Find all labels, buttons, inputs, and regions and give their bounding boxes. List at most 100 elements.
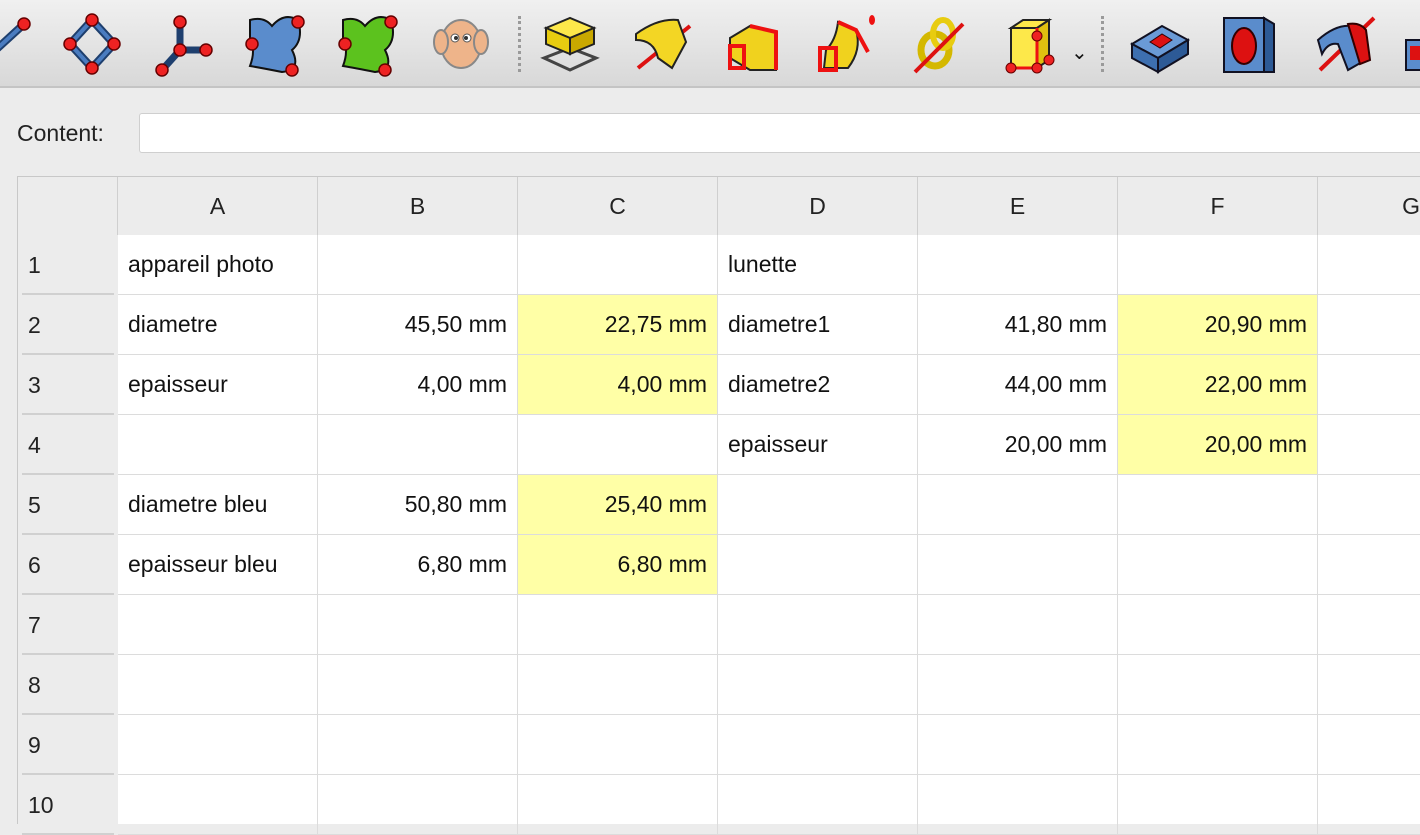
- row-header-5[interactable]: 5: [18, 475, 118, 535]
- row-header-8[interactable]: 8: [18, 655, 118, 715]
- cell-c10[interactable]: [518, 775, 718, 835]
- cell-g8[interactable]: [1318, 655, 1420, 715]
- cell-b5[interactable]: 50,80 mm: [318, 475, 518, 535]
- cell-e7[interactable]: [918, 595, 1118, 655]
- cell-e6[interactable]: [918, 535, 1118, 595]
- cell-d8[interactable]: [718, 655, 918, 715]
- groove-icon[interactable]: [1312, 10, 1380, 78]
- cell-b3[interactable]: 4,00 mm: [318, 355, 518, 415]
- cell-b8[interactable]: [318, 655, 518, 715]
- cell-a4[interactable]: [118, 415, 318, 475]
- cell-d5[interactable]: [718, 475, 918, 535]
- cell-d1[interactable]: lunette: [718, 235, 918, 295]
- cell-b7[interactable]: [318, 595, 518, 655]
- column-header-e[interactable]: E: [918, 177, 1118, 235]
- cell-c6[interactable]: 6,80 mm: [518, 535, 718, 595]
- spreadsheet-grid[interactable]: A B C D E F G 1 appareil photo lunette 2 diametre 45…: [17, 176, 1420, 835]
- chevron-down-icon[interactable]: ⌄: [1071, 40, 1088, 65]
- cell-c7[interactable]: [518, 595, 718, 655]
- cell-f5[interactable]: [1118, 475, 1318, 535]
- cell-f6[interactable]: [1118, 535, 1318, 595]
- row-header-7[interactable]: 7: [18, 595, 118, 655]
- cell-b6[interactable]: 6,80 mm: [318, 535, 518, 595]
- cell-a3[interactable]: epaisseur: [118, 355, 318, 415]
- cell-e1[interactable]: [918, 235, 1118, 295]
- row-header-2[interactable]: 2: [18, 295, 118, 355]
- cell-g7[interactable]: [1318, 595, 1420, 655]
- cell-g3[interactable]: [1318, 355, 1420, 415]
- cell-d2[interactable]: diametre1: [718, 295, 918, 355]
- column-header-c[interactable]: C: [518, 177, 718, 235]
- cell-f8[interactable]: [1118, 655, 1318, 715]
- cell-e5[interactable]: [918, 475, 1118, 535]
- cell-a5[interactable]: diametre bleu: [118, 475, 318, 535]
- subtractive-icon[interactable]: [1404, 10, 1420, 78]
- cell-f1[interactable]: [1118, 235, 1318, 295]
- column-header-a[interactable]: A: [118, 177, 318, 235]
- cell-a7[interactable]: [118, 595, 318, 655]
- cell-a6[interactable]: epaisseur bleu: [118, 535, 318, 595]
- cell-d10[interactable]: [718, 775, 918, 835]
- cell-g2[interactable]: [1318, 295, 1420, 355]
- cell-c1[interactable]: [518, 235, 718, 295]
- cell-d4[interactable]: epaisseur: [718, 415, 918, 475]
- row-header-9[interactable]: 9: [18, 715, 118, 775]
- pocket-icon[interactable]: [1126, 10, 1194, 78]
- row-header-6[interactable]: 6: [18, 535, 118, 595]
- sketch-line-icon[interactable]: [0, 10, 34, 78]
- cell-a10[interactable]: [118, 775, 318, 835]
- cell-f2[interactable]: 20,90 mm: [1118, 295, 1318, 355]
- cell-f4[interactable]: 20,00 mm: [1118, 415, 1318, 475]
- cell-a9[interactable]: [118, 715, 318, 775]
- cell-d3[interactable]: diametre2: [718, 355, 918, 415]
- cell-a8[interactable]: [118, 655, 318, 715]
- cell-e3[interactable]: 44,00 mm: [918, 355, 1118, 415]
- row-header-3[interactable]: 3: [18, 355, 118, 415]
- cell-g4[interactable]: [1318, 415, 1420, 475]
- cell-f3[interactable]: 22,00 mm: [1118, 355, 1318, 415]
- cell-e10[interactable]: [918, 775, 1118, 835]
- cell-b1[interactable]: [318, 235, 518, 295]
- primitives-icon[interactable]: [1003, 10, 1071, 78]
- cell-f10[interactable]: [1118, 775, 1318, 835]
- cell-f9[interactable]: [1118, 715, 1318, 775]
- row-header-4[interactable]: 4: [18, 415, 118, 475]
- hole-icon[interactable]: [1218, 10, 1286, 78]
- cell-b2[interactable]: 45,50 mm: [318, 295, 518, 355]
- cell-f7[interactable]: [1118, 595, 1318, 655]
- cell-e2[interactable]: 41,80 mm: [918, 295, 1118, 355]
- helix-icon[interactable]: [905, 10, 973, 78]
- cell-d7[interactable]: [718, 595, 918, 655]
- loft-icon[interactable]: [720, 10, 788, 78]
- cell-g5[interactable]: [1318, 475, 1420, 535]
- column-header-d[interactable]: D: [718, 177, 918, 235]
- cell-d6[interactable]: [718, 535, 918, 595]
- cell-d9[interactable]: [718, 715, 918, 775]
- sheep-icon[interactable]: [427, 10, 495, 78]
- cell-c4[interactable]: [518, 415, 718, 475]
- column-header-g[interactable]: G: [1318, 177, 1420, 235]
- cell-c3[interactable]: 4,00 mm: [518, 355, 718, 415]
- cell-e4[interactable]: 20,00 mm: [918, 415, 1118, 475]
- cell-c5[interactable]: 25,40 mm: [518, 475, 718, 535]
- cell-c2[interactable]: 22,75 mm: [518, 295, 718, 355]
- column-header-f[interactable]: F: [1118, 177, 1318, 235]
- cell-g9[interactable]: [1318, 715, 1420, 775]
- face-green-icon[interactable]: [335, 10, 403, 78]
- face-blue-icon[interactable]: [242, 10, 310, 78]
- cell-b9[interactable]: [318, 715, 518, 775]
- cell-b4[interactable]: [318, 415, 518, 475]
- cell-a2[interactable]: diametre: [118, 295, 318, 355]
- cell-c8[interactable]: [518, 655, 718, 715]
- cell-e9[interactable]: [918, 715, 1118, 775]
- content-input[interactable]: [139, 113, 1420, 153]
- cell-c9[interactable]: [518, 715, 718, 775]
- select-all-corner[interactable]: [18, 177, 118, 235]
- row-header-1[interactable]: 1: [18, 235, 118, 295]
- sketch-wire-icon[interactable]: [150, 10, 218, 78]
- column-header-b[interactable]: B: [318, 177, 518, 235]
- cell-e8[interactable]: [918, 655, 1118, 715]
- cell-b10[interactable]: [318, 775, 518, 835]
- cell-a1[interactable]: appareil photo: [118, 235, 318, 295]
- cell-g6[interactable]: [1318, 535, 1420, 595]
